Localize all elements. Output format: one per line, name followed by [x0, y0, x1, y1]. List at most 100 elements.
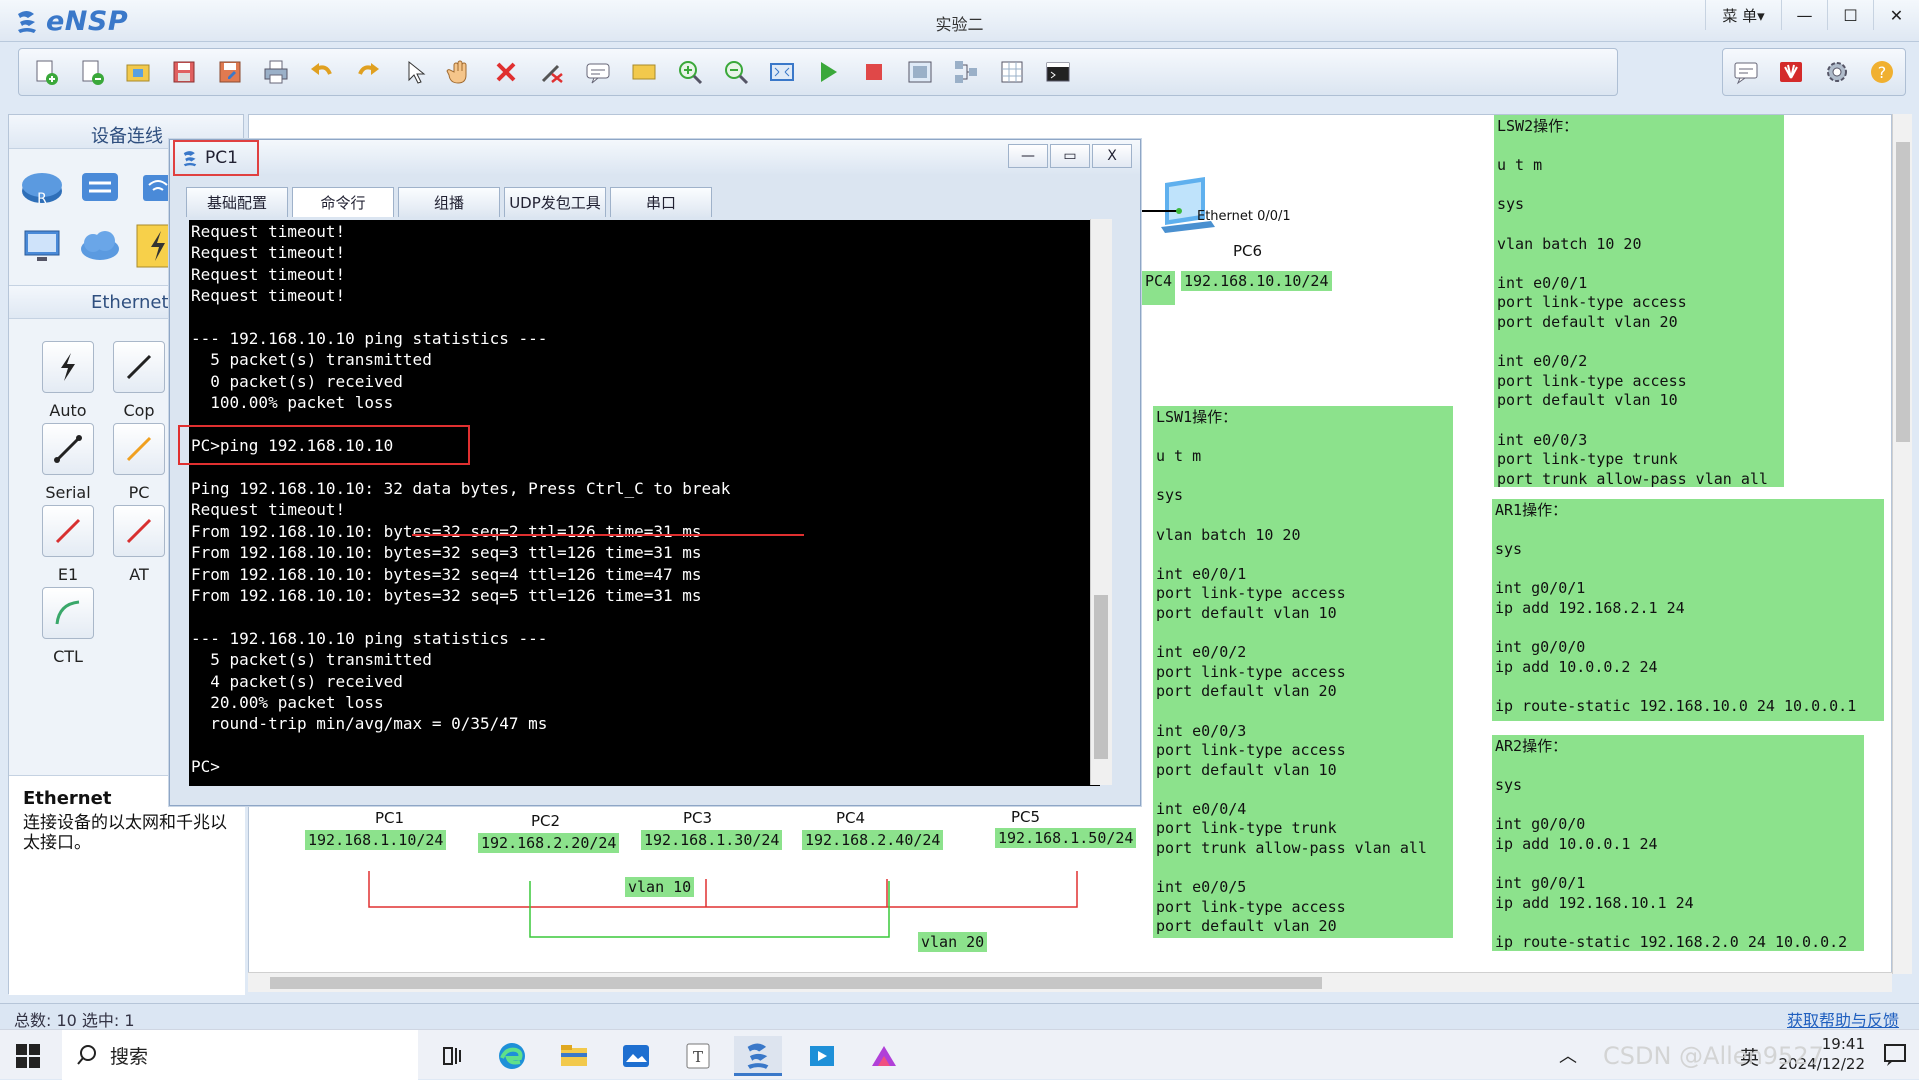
pc1-window: PC1 — ▭ X 基础配置 命令行 组播 UDP发包工具 串口 Request… — [169, 139, 1141, 806]
task-view-icon[interactable] — [428, 1036, 476, 1076]
status-bar: 总数: 10 选中: 1 获取帮助与反馈 — [0, 1003, 1919, 1031]
terminal-icon[interactable] — [1039, 53, 1077, 91]
e1-cable-icon — [55, 518, 81, 544]
router-icon[interactable]: R — [19, 163, 65, 209]
cable-pos[interactable]: PC — [109, 423, 169, 502]
pc1-window-controls: — ▭ X — [1008, 144, 1132, 168]
settings-icon[interactable] — [1818, 53, 1856, 91]
pan-hand-icon[interactable] — [441, 53, 479, 91]
close-button[interactable]: ✕ — [1873, 0, 1919, 30]
open-icon[interactable] — [119, 53, 157, 91]
cable-auto[interactable]: Auto — [13, 341, 123, 420]
pc1-window-titlebar[interactable]: PC1 — ▭ X — [170, 140, 1140, 176]
help-feedback-link[interactable]: 获取帮助与反馈 — [1787, 1007, 1899, 1031]
undo-icon[interactable] — [303, 53, 341, 91]
svg-text:R: R — [37, 191, 47, 207]
select-icon[interactable] — [395, 53, 433, 91]
cloud-icon[interactable] — [77, 223, 123, 269]
pc-icon[interactable] — [19, 223, 65, 269]
zoom-in-icon[interactable] — [671, 53, 709, 91]
pc1-close-button[interactable]: X — [1092, 144, 1132, 168]
tab-multicast[interactable]: 组播 — [398, 187, 500, 217]
delete-icon[interactable] — [487, 53, 525, 91]
ensp-taskbar-icon[interactable] — [734, 1036, 782, 1076]
cable-info-box: Ethernet 连接设备的以太网和千兆以太接口。 — [9, 775, 245, 995]
console-line: 20.00% packet loss — [191, 692, 384, 712]
window-title: 实验二 — [935, 15, 984, 34]
delete-link-icon[interactable] — [533, 53, 571, 91]
console-line: --- 192.168.10.10 ping statistics --- — [191, 329, 548, 349]
start-device-icon[interactable] — [809, 53, 847, 91]
zoom-out-icon[interactable] — [717, 53, 755, 91]
menu-button[interactable]: 菜 单▾ — [1705, 0, 1781, 30]
stop-device-icon[interactable] — [855, 53, 893, 91]
cable-copper[interactable]: Cop — [109, 341, 169, 420]
pc1-minimize-button[interactable]: — — [1008, 144, 1048, 168]
grid-icon[interactable] — [993, 53, 1031, 91]
serial-cable-icon — [54, 435, 82, 463]
main-toolbar — [18, 48, 1618, 96]
text-editor-icon[interactable]: T — [674, 1036, 722, 1076]
notification-icon[interactable] — [1883, 1043, 1909, 1067]
cable-ctl[interactable]: CTL — [13, 587, 123, 666]
virtualbox-icon[interactable] — [798, 1036, 846, 1076]
console-line: 5 packet(s) transmitted — [191, 650, 432, 670]
console-scrollbar[interactable] — [1090, 219, 1120, 785]
console-line: From 192.168.10.10: bytes=32 seq=3 ttl=1… — [191, 543, 702, 563]
new-topology-icon[interactable] — [27, 53, 65, 91]
help-icon[interactable]: ? — [1863, 53, 1901, 91]
text-note-icon[interactable] — [579, 53, 617, 91]
console-line: 4 packet(s) received — [191, 671, 403, 691]
console-scroll-thumb[interactable] — [1094, 595, 1108, 759]
window-controls: 菜 单▾ — ☐ ✕ — [1705, 0, 1919, 30]
print-icon[interactable] — [257, 53, 295, 91]
canvas-vertical-scrollbar[interactable] — [1892, 114, 1912, 974]
fit-screen-icon[interactable] — [763, 53, 801, 91]
huawei-icon[interactable] — [1772, 53, 1810, 91]
tab-udp-tool[interactable]: UDP发包工具 — [504, 187, 606, 217]
console-line: From 192.168.10.10: bytes=32 seq=4 ttl=1… — [191, 564, 702, 584]
svg-text:?: ? — [1878, 63, 1887, 82]
canvas-vertical-scroll-thumb[interactable] — [1896, 142, 1910, 442]
status-count: 总数: 10 选中: 1 — [14, 1011, 135, 1030]
tray-expand-icon[interactable]: ︿ — [1559, 1042, 1577, 1068]
chat-icon[interactable] — [1727, 53, 1765, 91]
redo-icon[interactable] — [349, 53, 387, 91]
cable-e1[interactable]: E1 — [13, 505, 123, 584]
save-as-icon[interactable] — [211, 53, 249, 91]
minimize-button[interactable]: — — [1781, 0, 1827, 30]
taskbar-search-box[interactable]: 搜索 — [62, 1030, 418, 1080]
tab-command-line[interactable]: 命令行 — [292, 187, 394, 217]
save-icon[interactable] — [165, 53, 203, 91]
switch-icon[interactable] — [77, 163, 123, 209]
new-test-icon[interactable] — [73, 53, 111, 91]
canvas-horizontal-scroll-thumb[interactable] — [270, 977, 1322, 989]
console-line: 5 packet(s) transmitted — [191, 350, 432, 370]
vlan20-label: vlan 20 — [918, 932, 988, 952]
canvas-horizontal-scrollbar[interactable] — [248, 972, 1892, 992]
rectangle-icon[interactable] — [625, 53, 663, 91]
system-tray: ︿ 英 19:41 2024/12/22 CSDN @Allen9527 — [1559, 1030, 1919, 1080]
os-taskbar: 搜索 T ︿ 英 19:41 2024/12/22 CSDN @Allen952… — [0, 1029, 1919, 1080]
edge-browser-icon[interactable] — [488, 1036, 536, 1076]
file-explorer-icon[interactable] — [550, 1036, 598, 1076]
topology-icon[interactable] — [947, 53, 985, 91]
app-title-bar: eNSP 实验二 菜 单▾ — ☐ ✕ — [0, 0, 1919, 42]
windows-start-icon[interactable] — [14, 1042, 42, 1070]
maximize-button[interactable]: ☐ — [1827, 0, 1873, 30]
console-line: Request timeout! — [191, 500, 346, 520]
cable-atm[interactable]: AT — [109, 505, 169, 584]
vlan10-label: vlan 10 — [625, 877, 695, 897]
capture-icon[interactable] — [901, 53, 939, 91]
tab-serial[interactable]: 串口 — [610, 187, 712, 217]
cable-serial[interactable]: Serial — [13, 423, 123, 502]
pc1-maximize-button[interactable]: ▭ — [1050, 144, 1090, 168]
auto-cable-icon — [61, 353, 75, 381]
pc1-window-title: PC1 — [173, 140, 259, 176]
photos-app-icon[interactable] — [612, 1036, 660, 1076]
console-line: From 192.168.10.10: bytes=32 seq=2 ttl=1… — [191, 521, 702, 541]
tab-basic-config[interactable]: 基础配置 — [186, 187, 288, 217]
command-console[interactable]: Request timeout! Request timeout! Request … — [189, 220, 1100, 786]
vscode-app-icon[interactable] — [860, 1036, 908, 1076]
